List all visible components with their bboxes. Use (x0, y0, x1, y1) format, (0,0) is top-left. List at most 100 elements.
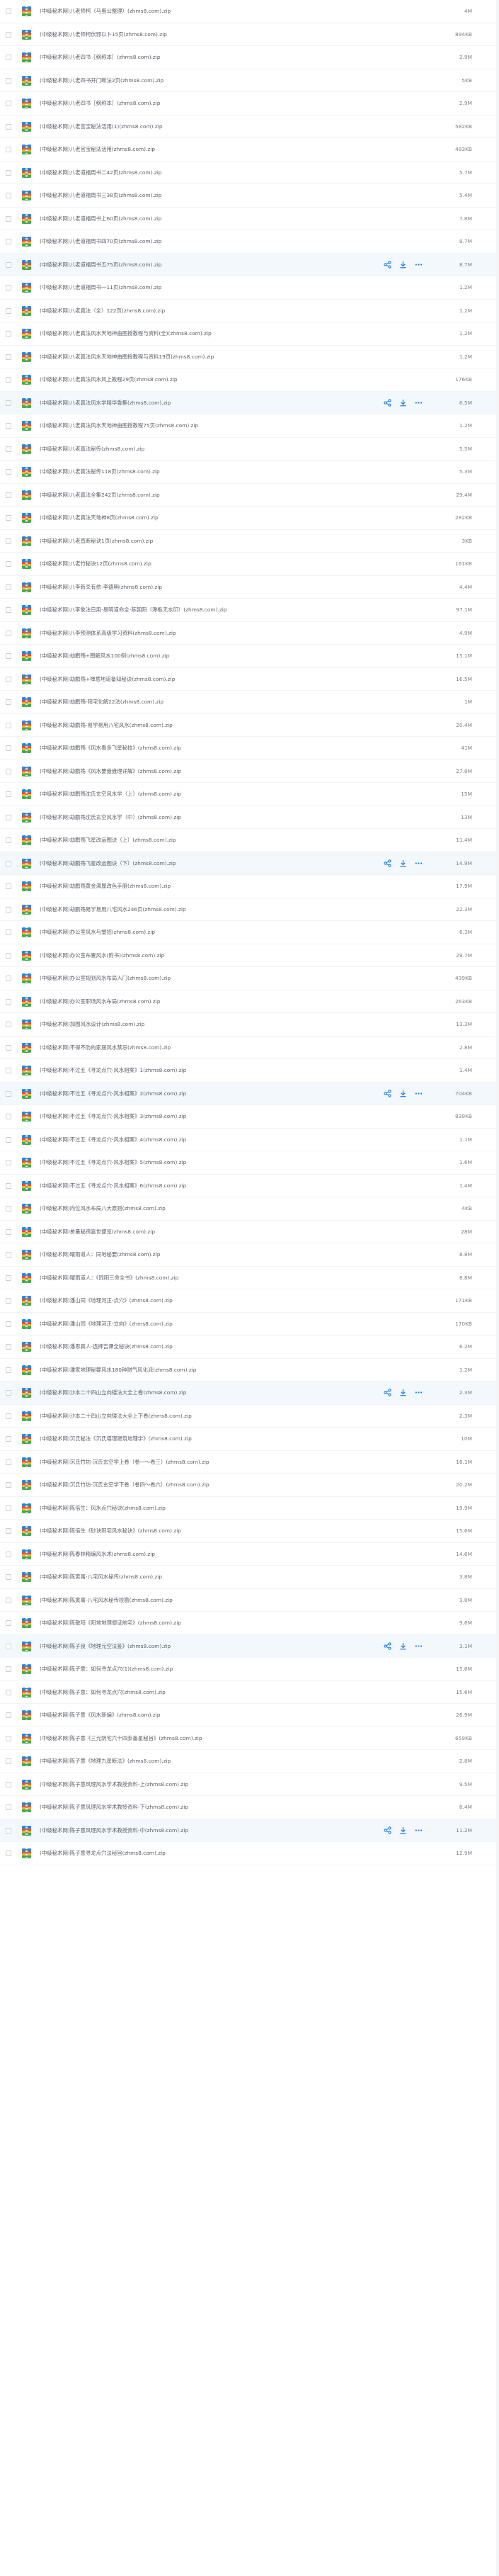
checkbox-icon[interactable] (6, 1735, 11, 1741)
share-icon[interactable] (384, 1389, 391, 1396)
share-icon[interactable] (384, 859, 391, 867)
more-icon[interactable] (415, 1826, 423, 1834)
checkbox-icon[interactable] (6, 1804, 11, 1810)
checkbox-icon[interactable] (6, 607, 11, 613)
file-row[interactable]: (中级秘术网)八老道福周书二42页(zhms8.com).zip 5.7M (0, 162, 499, 184)
file-name[interactable]: (中级秘术网)八老道福周书二42页(zhms8.com).zip (40, 162, 161, 184)
file-row[interactable]: (中级秘术网)陈春林精编风水术(zhms8.com).zip 14.6M (0, 1543, 499, 1566)
checkbox-icon[interactable] (6, 446, 11, 452)
checkbox-icon[interactable] (6, 1413, 11, 1419)
file-row[interactable]: (中级秘术网)沉氏秘法《沉氏堪理建筑地理学》(zhms8.com).zip 10M (0, 1428, 499, 1451)
checkbox-icon[interactable] (6, 123, 11, 130)
checkbox-icon[interactable] (6, 307, 11, 314)
file-name[interactable]: (中级秘术网)八老四书开门断法2页(zhms8.com).zip (40, 69, 164, 92)
file-name[interactable]: (中级秘术网)八老道福周书三38页(zhms8.com).zip (40, 184, 161, 207)
file-row[interactable]: (中级秘术网)参量秘窍嘉世便览(zhms8.com).zip 28M (0, 1221, 499, 1243)
checkbox-icon[interactable] (6, 285, 11, 290)
file-row[interactable]: (中级秘术网)八老四书开门断法2页(zhms8.com).zip 5KB (0, 69, 499, 92)
checkbox-icon[interactable] (6, 722, 11, 728)
checkbox-icon[interactable] (6, 1689, 11, 1695)
file-name[interactable]: (中级秘术网)劫鹏殇+禅意地道备知秘诀(zhms8.com).zip (40, 668, 175, 691)
file-row[interactable]: (中级秘术网)劫鹏殇黄金满屋改色手册(zhms8.com).zip 17.9M (0, 875, 499, 898)
download-icon[interactable] (399, 1090, 407, 1097)
file-name[interactable]: (中级秘术网)陈倍生《砂诀阳宅风水秘诀》(zhms8.com).zip (40, 1520, 181, 1542)
file-name[interactable]: (中级秘术网)劫鹏殇+图解风水100例(zhms8.com).zip (40, 645, 169, 667)
file-name[interactable]: (中级秘术网)八老真法风水风上教程29页(zhms8.com).zip (40, 368, 178, 391)
file-row[interactable]: (中级秘术网)陈寅寓-八宅风水秘传(zhms8.com).zip 3.8M (0, 1566, 499, 1589)
file-row[interactable]: (中级秘术网)八老道福周书四70页(zhms8.com).zip 8.7M (0, 230, 499, 254)
download-icon[interactable] (399, 1389, 407, 1396)
file-name[interactable]: (中级秘术网)八老道福周书上60页(zhms8.com).zip (40, 208, 161, 230)
file-name[interactable]: (中级秘术网)八老直断秘诀1页(zhms8.com).zip (40, 530, 153, 553)
share-icon[interactable] (384, 398, 391, 407)
file-row[interactable]: (中级秘术网)劫鹏殇《风水看多飞星秘技》(zhms8.com).zip 41M (0, 737, 499, 760)
file-row[interactable]: (中级秘术网)劫鹏殇飞星改运图诀（下）(zhms8.com).zip 14.9M (0, 852, 499, 875)
share-icon[interactable] (384, 260, 391, 269)
checkbox-icon[interactable] (6, 745, 11, 751)
file-name[interactable]: (中级秘术网)劫鹏殇飞星改运图诀（下）(zhms8.com).zip (40, 852, 176, 875)
file-name[interactable]: (中级秘术网)陈倍生：风水点穴秘诀(zhms8.com).zip (40, 1497, 166, 1520)
file-name[interactable]: (中级秘术网)八老道福周书四70页(zhms8.com).zip (40, 230, 161, 253)
file-name[interactable]: (中级秘术网)沙本二十四山立向矮法大全上下卷(zhms8.com).zip (40, 1405, 192, 1428)
file-name[interactable]: (中级秘术网)劫鹏殇飞星改运图诀（上）(zhms8.com).zip (40, 829, 176, 852)
checkbox-icon[interactable] (6, 653, 11, 659)
file-row[interactable]: (中级秘术网)八老宫宝秘法活用(1)(zhms8.com).zip 582KB (0, 115, 499, 138)
more-icon[interactable] (415, 399, 423, 407)
file-name[interactable]: (中级秘术网)曜雨道人：《同阳三命全书》(zhms8.com).zip (40, 1267, 178, 1289)
file-name[interactable]: (中级秘术网)八老宫宝秘法活用(zhms8.com).zip (40, 138, 155, 161)
file-name[interactable]: (中级秘术网)八李预测体系高级学习资料(zhms8.com).zip (40, 622, 176, 645)
checkbox-icon[interactable] (6, 515, 11, 521)
file-name[interactable]: (中级秘术网)劫鹏殇-阳宅化解22法(zhms8.com).zip (40, 691, 164, 713)
checkbox-icon[interactable] (6, 1574, 11, 1580)
more-icon[interactable] (415, 261, 423, 269)
checkbox-icon[interactable] (6, 1712, 11, 1718)
checkbox-icon[interactable] (6, 55, 11, 60)
file-row[interactable]: (中级秘术网)向位风水布局八大原则(zhms8.com).zip 4KB (0, 1197, 499, 1221)
file-row[interactable]: (中级秘术网)陈子意《三元阴宅六十四卦备星秘旨》(zhms8.com).zip 6… (0, 1727, 499, 1750)
file-name[interactable]: (中级秘术网)向位风水布局八大原则(zhms8.com).zip (40, 1197, 166, 1220)
file-name[interactable]: (中级秘术网)劫鹏殇沈氏玄空风水学（中）(zhms8.com).zip (40, 806, 181, 829)
file-name[interactable]: (中级秘术网)八老真法（全）122页(zhms8.com).zip (40, 300, 165, 322)
checkbox-icon[interactable] (6, 930, 11, 935)
file-row[interactable]: (中级秘术网)八老四书［纲称本］(zhms8.com).zip 2.9M (0, 92, 499, 115)
file-row[interactable]: (中级秘术网)潘思真人-选择吉课全秘诀(zhms8.com).zip 6.2M (0, 1335, 499, 1359)
file-name[interactable]: (中级秘术网)八老真法风水学精华香集(zhms8.com).zip (40, 392, 171, 414)
file-row[interactable]: (中级秘术网)劫鹏殇-阳宅化解22法(zhms8.com).zip 1M (0, 691, 499, 714)
file-row[interactable]: (中级秘术网)办公室职场风水布局(zhms8.com).zip 263KB (0, 990, 499, 1013)
checkbox-icon[interactable] (6, 423, 11, 429)
file-row[interactable]: (中级秘术网)八老道福周书五75页(zhms8.com).zip 8.7M (0, 253, 499, 276)
file-name[interactable]: (中级秘术网)不过五《寻龙点穴-风水相案》6(zhms8.com).zip (40, 1175, 186, 1197)
more-icon[interactable] (415, 1389, 423, 1396)
file-name[interactable]: (中级秘术网)办公室规划风水布局入门(zhms8.com).zip (40, 967, 171, 990)
file-row[interactable]: (中级秘术网)劫鹏殇沈氏玄空风水学（上）(zhms8.com).zip 15M (0, 783, 499, 806)
checkbox-icon[interactable] (6, 676, 11, 682)
file-row[interactable]: (中级秘术网)办公室布置风水(附书)(zhms8.com).zip 29.7M (0, 944, 499, 967)
file-row[interactable]: (中级秘术网)八老真法天地神8页(zhms8.com).zip 282KB (0, 507, 499, 530)
file-row[interactable]: (中级秘术网)沙本二十四山立向矮法大全上下卷(zhms8.com).zip 2.3… (0, 1405, 499, 1428)
file-name[interactable]: (中级秘术网)不过五《寻龙点穴-风水相案》4(zhms8.com).zip (40, 1129, 186, 1151)
file-name[interactable]: (中级秘术网)陈子意《地理九星断法》(zhms8.com).zip (40, 1750, 171, 1773)
checkbox-icon[interactable] (6, 976, 11, 981)
file-row[interactable]: (中级秘术网)八老道福周书三38页(zhms8.com).zip 5.4M (0, 184, 499, 208)
file-row[interactable]: (中级秘术网)八老道福周书一11页(zhms8.com).zip 1.2M (0, 276, 499, 300)
file-name[interactable]: (中级秘术网)八老真法天地神8页(zhms8.com).zip (40, 507, 159, 529)
checkbox-icon[interactable] (6, 1068, 11, 1073)
file-row[interactable]: (中级秘术网)劫鹏殇+图解风水100例(zhms8.com).zip 15.1M (0, 645, 499, 668)
more-icon[interactable] (415, 1642, 423, 1650)
file-name[interactable]: (中级秘术网)劫鹏殇-易学易用八宅风水(zhms8.com).zip (40, 714, 173, 737)
checkbox-icon[interactable] (6, 1459, 11, 1465)
download-icon[interactable] (399, 261, 407, 269)
checkbox-icon[interactable] (6, 261, 11, 268)
checkbox-icon[interactable] (6, 1482, 11, 1488)
file-row[interactable]: (中级秘术网)不过五《寻龙点穴-风水相案》4(zhms8.com).zip 1.1… (0, 1129, 499, 1151)
file-name[interactable]: (中级秘术网)办公室风水与塑招(zhms8.com).zip (40, 921, 155, 944)
file-name[interactable]: (中级秘术网)八老真法风水天地神曲图授教程75页(zhms8.com).zip (40, 414, 198, 437)
checkbox-icon[interactable] (6, 1090, 11, 1097)
checkbox-icon[interactable] (6, 169, 11, 176)
file-name[interactable]: (中级秘术网)曜雨道人：同地秘要(zhms8.com).zip (40, 1243, 160, 1266)
file-row[interactable]: (中级秘术网)劫鹏殇沈氏玄空风水学（中）(zhms8.com).zip 13M (0, 806, 499, 829)
file-name[interactable]: (中级秘术网)八老真法秘传(zhms8.com).zip (40, 438, 144, 461)
checkbox-icon[interactable] (6, 1827, 11, 1834)
checkbox-icon[interactable] (6, 860, 11, 866)
checkbox-icon[interactable] (6, 952, 11, 959)
